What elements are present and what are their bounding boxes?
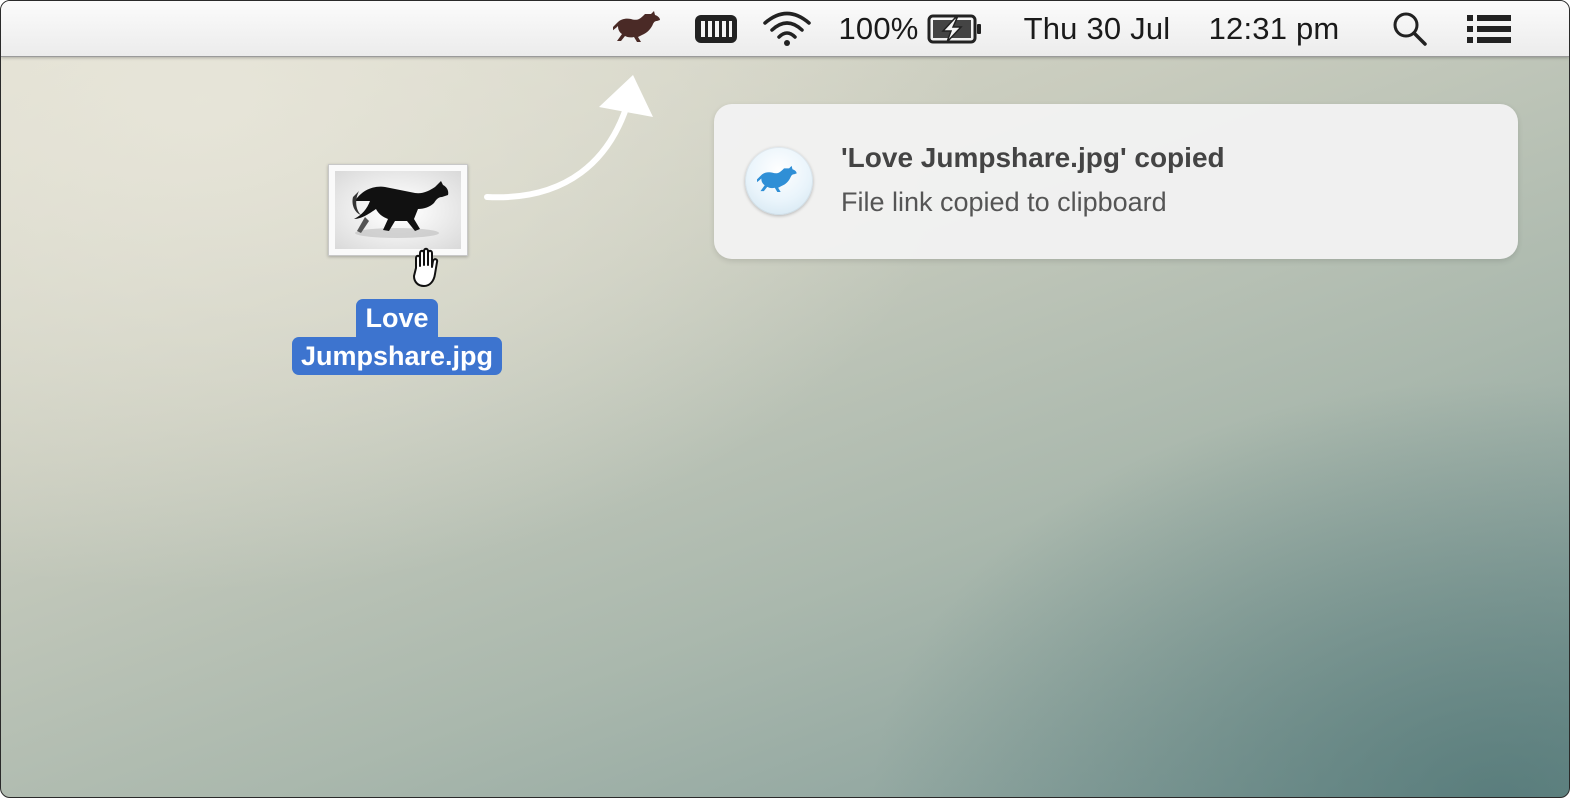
- desktop: 100% Thu 30 Jul 12:31 pm Love Jumpshare.…: [0, 0, 1570, 798]
- desktop-file-name[interactable]: Love Jumpshare.jpg: [283, 299, 511, 375]
- hand-cursor-icon: [413, 247, 439, 287]
- notification-center-icon: [1467, 14, 1511, 43]
- notification-body: File link copied to clipboard: [841, 187, 1167, 217]
- notification-title: 'Love Jumpshare.jpg' copied: [841, 142, 1225, 173]
- jumpshare-kangaroo-icon: [757, 165, 797, 192]
- menubar-date[interactable]: Thu 30 Jul: [1011, 1, 1183, 56]
- desktop-file-icon[interactable]: [328, 164, 468, 256]
- file-name-line-2: Jumpshare.jpg: [291, 337, 503, 375]
- battery-percent[interactable]: 100%: [836, 1, 921, 56]
- menu-bar: 100% Thu 30 Jul 12:31 pm: [1, 1, 1569, 57]
- curved-arrow: [484, 75, 653, 201]
- notification-banner[interactable]: 'Love Jumpshare.jpg' copied File link co…: [714, 104, 1518, 259]
- jumpshare-kangaroo-icon: [613, 10, 660, 42]
- jumpshare-menu-extra[interactable]: [611, 1, 667, 56]
- menubar-clock[interactable]: 12:31 pm: [1193, 1, 1355, 56]
- spotlight-search-icon: [1393, 12, 1427, 46]
- image-thumbnail: [335, 171, 461, 249]
- wifi-menu-extra[interactable]: [759, 1, 815, 56]
- notification-app-icon: [745, 147, 813, 215]
- battery-menu-extra[interactable]: [925, 1, 985, 56]
- battery-charging-icon: [927, 14, 981, 43]
- wifi-icon: [763, 11, 811, 46]
- horse-image-icon: [352, 181, 449, 238]
- memory-meter-icon: [695, 14, 737, 43]
- file-name-line-1: Love: [356, 299, 438, 337]
- spotlight-button[interactable]: [1387, 1, 1433, 56]
- notification-center-button[interactable]: [1461, 1, 1517, 56]
- memory-meter-menu-extra[interactable]: [691, 1, 741, 56]
